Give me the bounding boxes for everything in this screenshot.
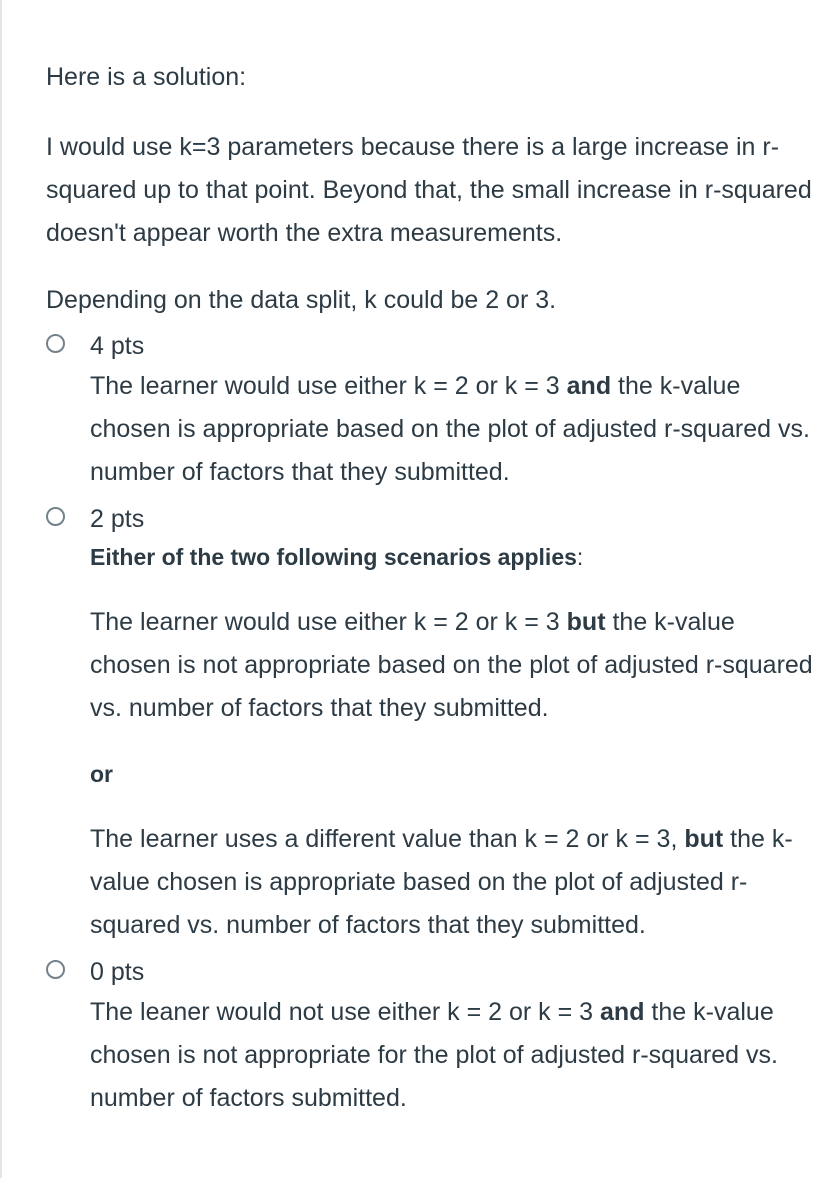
radio-0pts[interactable]: [46, 960, 65, 979]
solution-intro: Here is a solution:: [46, 63, 247, 91]
option-heading: Either of the two following scenarios ap…: [90, 544, 584, 570]
option-points: 4 pts: [90, 332, 145, 360]
scenario-2: The learner uses a different value than …: [90, 825, 793, 939]
rubric-option-2pts[interactable]: 2 pts Either of the two following scenar…: [46, 503, 816, 947]
radio-2pts[interactable]: [46, 507, 65, 526]
rubric-option-4pts[interactable]: 4 pts The learner would use either k = 2…: [46, 330, 816, 494]
solution-answer: I would use k=3 parameters because there…: [46, 133, 812, 247]
radio-4pts[interactable]: [46, 334, 65, 353]
option-points: 2 pts: [90, 505, 145, 533]
rubric-option-0pts[interactable]: 0 pts The leaner would not use either k …: [46, 956, 816, 1120]
or-separator: or: [90, 761, 113, 787]
scenario-1: The learner would use either k = 2 or k …: [90, 608, 813, 722]
option-points: 0 pts: [90, 958, 145, 986]
option-description: The learner would use either k = 2 or k …: [90, 372, 810, 486]
rubric-content: Here is a solution: I would use k=3 para…: [46, 56, 816, 1120]
option-description: The leaner would not use either k = 2 or…: [90, 998, 778, 1112]
grading-note: Depending on the data split, k could be …: [46, 286, 557, 314]
panel-left-border: [0, 0, 2, 1178]
